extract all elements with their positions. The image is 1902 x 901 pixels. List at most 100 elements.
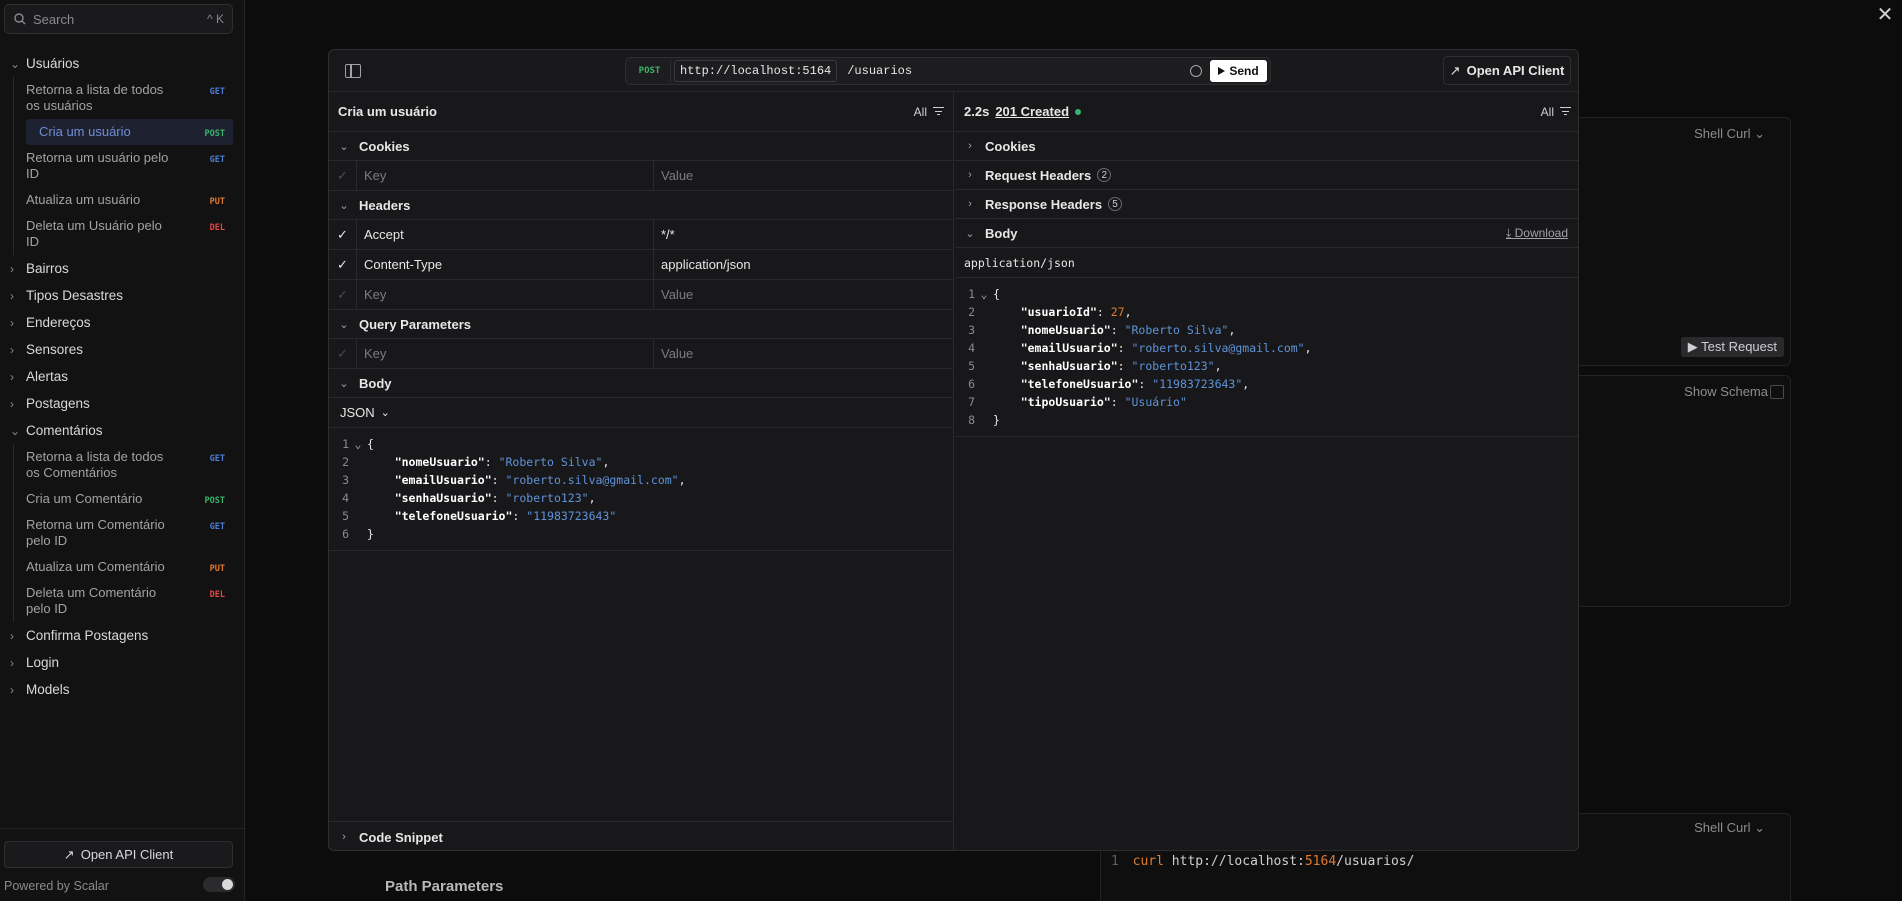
play-icon: [1218, 67, 1226, 75]
checkbox[interactable]: ✓: [329, 250, 357, 279]
sidebar-item[interactable]: Retorna um Comentário pelo ID GET: [14, 512, 245, 554]
chevron-right-icon: ›: [968, 198, 972, 210]
body-type-select[interactable]: JSON ⌄: [329, 398, 953, 428]
request-path-input[interactable]: /usuarios: [847, 64, 912, 78]
checkbox[interactable]: ✓: [329, 280, 357, 309]
body-section[interactable]: ⌄ Body: [329, 369, 953, 398]
method-select[interactable]: POST: [629, 60, 671, 82]
key-input[interactable]: Key: [357, 161, 654, 190]
code-text: "nomeUsuario": "Roberto Silva",: [1020, 323, 1236, 337]
curl-code: 1 curl http://localhost:5164/usuarios/: [1111, 854, 1415, 869]
sidebar-group[interactable]: ⌄ Comentários: [0, 417, 245, 444]
code-text: "usuarioId": 27,: [1020, 305, 1132, 319]
method-badge: PUT: [209, 564, 225, 574]
key-input[interactable]: Key: [357, 280, 654, 309]
code-snippet-section[interactable]: › Code Snippet: [329, 821, 954, 850]
sidebar-group[interactable]: › Endereços: [0, 309, 245, 336]
sidebar-item-label: Retorna um Comentário pelo ID: [26, 517, 165, 548]
fold-chevron-icon[interactable]: ⌄: [349, 435, 367, 453]
sidebar-item[interactable]: Retorna a lista de todos os Comentários G…: [14, 444, 245, 486]
checkbox[interactable]: ✓: [329, 161, 357, 190]
value-input[interactable]: Value: [654, 280, 953, 309]
sidebar-item[interactable]: Retorna um usuário pelo ID GET: [14, 145, 245, 187]
server-host[interactable]: http://localhost:5164: [674, 60, 838, 82]
path-parameters-heading: Path Parameters: [385, 878, 504, 895]
request-headers-section[interactable]: › Request Headers 2: [955, 161, 1578, 190]
sidebar-item[interactable]: Atualiza um Comentário PUT: [14, 554, 245, 580]
send-button[interactable]: Send: [1210, 60, 1267, 82]
sidebar-group[interactable]: › Postagens: [0, 390, 245, 417]
search-shortcut: ^ K: [207, 12, 224, 26]
show-schema-checkbox[interactable]: [1770, 385, 1784, 399]
shell-curl-select-2[interactable]: Shell Curl ⌄: [1694, 820, 1765, 836]
sidebar-sublist: Retorna a lista de todos os usuários GET C…: [13, 77, 245, 255]
chevron-right-icon: ›: [10, 369, 14, 384]
line-number: 1: [968, 287, 975, 301]
sidebar-item-label: Atualiza um Comentário: [26, 559, 165, 574]
sidebar: Search ^ K ⌄ Usuários Retorna a lista de t…: [0, 0, 245, 901]
header-value[interactable]: application/json: [654, 250, 953, 279]
sidebar-item[interactable]: Deleta um Usuário pelo ID DEL: [14, 213, 245, 255]
line-number: 8: [968, 413, 975, 427]
sidebar-toggle-icon[interactable]: [345, 64, 361, 78]
chevron-right-icon: ›: [10, 682, 14, 697]
response-cookies-section[interactable]: › Cookies: [955, 132, 1578, 161]
sidebar-group[interactable]: › Confirma Postagens: [0, 622, 245, 649]
response-filter[interactable]: All: [1541, 105, 1571, 119]
method-badge: PUT: [209, 197, 225, 207]
fold-gutter: [349, 471, 367, 489]
sidebar-item[interactable]: Atualiza um usuário PUT: [14, 187, 245, 213]
sidebar-group[interactable]: › Models: [0, 676, 245, 703]
cookies-section[interactable]: ⌄ Cookies: [329, 132, 953, 161]
code-line: 6}: [329, 525, 953, 543]
theme-toggle[interactable]: [203, 877, 235, 892]
request-body-editor[interactable]: 1 ⌄{2 "nomeUsuario": "Roberto Silva", 3 "e…: [329, 428, 953, 551]
sidebar-group[interactable]: › Alertas: [0, 363, 245, 390]
sidebar-item[interactable]: Retorna a lista de todos os usuários GET: [14, 77, 245, 119]
value-input[interactable]: Value: [654, 339, 953, 368]
checkbox[interactable]: ✓: [329, 339, 357, 368]
fold-chevron-icon[interactable]: ⌄: [975, 285, 993, 303]
open-api-client-top-button[interactable]: ↗ Open API Client: [1443, 56, 1571, 85]
sidebar-group-label: Comentários: [26, 423, 103, 438]
sidebar-group-label: Sensores: [26, 342, 84, 357]
search-input[interactable]: Search ^ K: [4, 4, 233, 34]
line-number: 1: [342, 437, 349, 451]
filter-icon: [1560, 107, 1571, 116]
open-api-client-button[interactable]: ↗ Open API Client: [4, 841, 233, 868]
header-key[interactable]: Content-Type: [357, 250, 654, 279]
sidebar-group[interactable]: › Login: [0, 649, 245, 676]
sidebar-item[interactable]: Cria um usuário POST: [26, 119, 233, 145]
header-key[interactable]: Accept: [357, 220, 654, 249]
request-filter[interactable]: All: [914, 105, 944, 119]
sidebar-group[interactable]: › Sensores: [0, 336, 245, 363]
query-parameters-section[interactable]: ⌄ Query Parameters: [329, 310, 953, 339]
headers-section[interactable]: ⌄ Headers: [329, 191, 953, 220]
response-headers-section[interactable]: › Response Headers 5: [955, 190, 1578, 219]
sidebar-item[interactable]: Cria um Comentário POST: [14, 486, 245, 512]
line-number: 7: [968, 395, 975, 409]
header-value[interactable]: */*: [654, 220, 953, 249]
sidebar-group[interactable]: › Tipos Desastres: [0, 282, 245, 309]
shell-curl-select-1[interactable]: Shell Curl ⌄: [1694, 126, 1765, 142]
count-badge: 5: [1108, 197, 1123, 211]
download-link[interactable]: ⤓ Download: [1506, 226, 1568, 241]
send-label: Send: [1229, 64, 1259, 78]
test-request-button[interactable]: ▶ Test Request: [1680, 337, 1784, 357]
value-input[interactable]: Value: [654, 161, 953, 190]
sidebar-group[interactable]: › Bairros: [0, 255, 245, 282]
address-bar[interactable]: POST http://localhost:5164 /usuarios Sen…: [625, 57, 1271, 85]
method-badge: POST: [204, 129, 225, 139]
sidebar-item-label: Retorna a lista de todos os usuários: [26, 82, 164, 113]
response-body-viewer[interactable]: 1 ⌄{2 "usuarioId": 27, 3 "nomeUsuario": "R…: [955, 278, 1578, 437]
chevron-down-icon: ⌄: [339, 199, 349, 212]
key-input[interactable]: Key: [357, 339, 654, 368]
checkbox[interactable]: ✓: [329, 220, 357, 249]
sidebar-group-label: Postagens: [26, 396, 90, 411]
close-icon[interactable]: ✕: [1876, 5, 1894, 25]
sidebar-item[interactable]: Deleta um Comentário pelo ID DEL: [14, 580, 245, 622]
history-icon[interactable]: [1190, 65, 1202, 77]
sidebar-group[interactable]: ⌄ Usuários: [0, 50, 245, 77]
response-status[interactable]: 201 Created: [995, 104, 1069, 119]
response-body-section[interactable]: ⌄ Body ⤓ Download: [955, 219, 1578, 248]
